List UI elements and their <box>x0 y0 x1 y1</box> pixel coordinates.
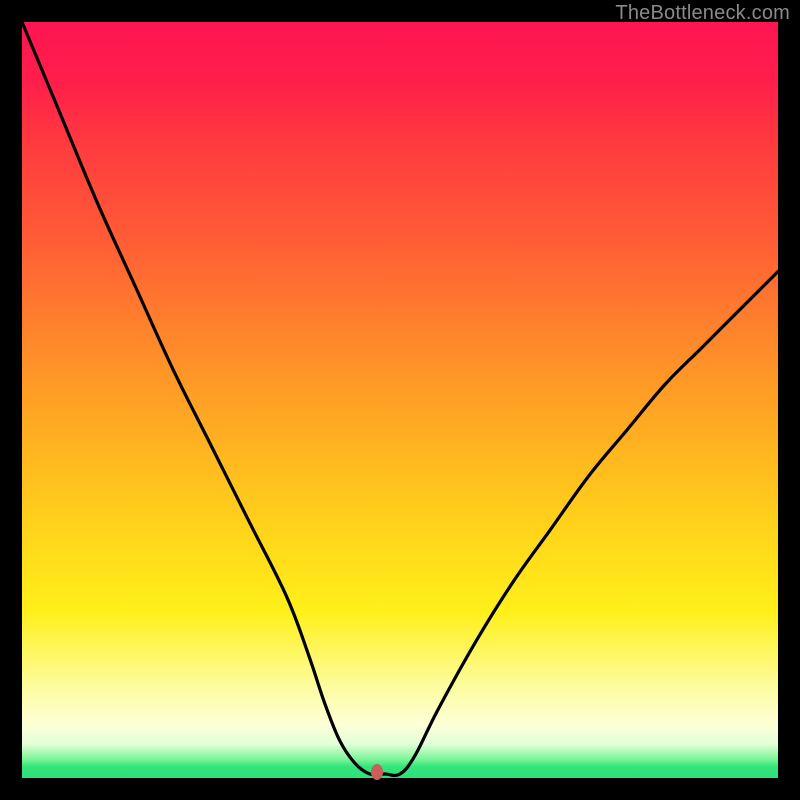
minimum-marker <box>371 764 383 780</box>
plot-area <box>22 22 778 778</box>
watermark-text: TheBottleneck.com <box>615 2 790 25</box>
curve-path <box>22 22 778 775</box>
bottleneck-curve <box>22 22 778 778</box>
chart-frame: TheBottleneck.com <box>0 0 800 800</box>
